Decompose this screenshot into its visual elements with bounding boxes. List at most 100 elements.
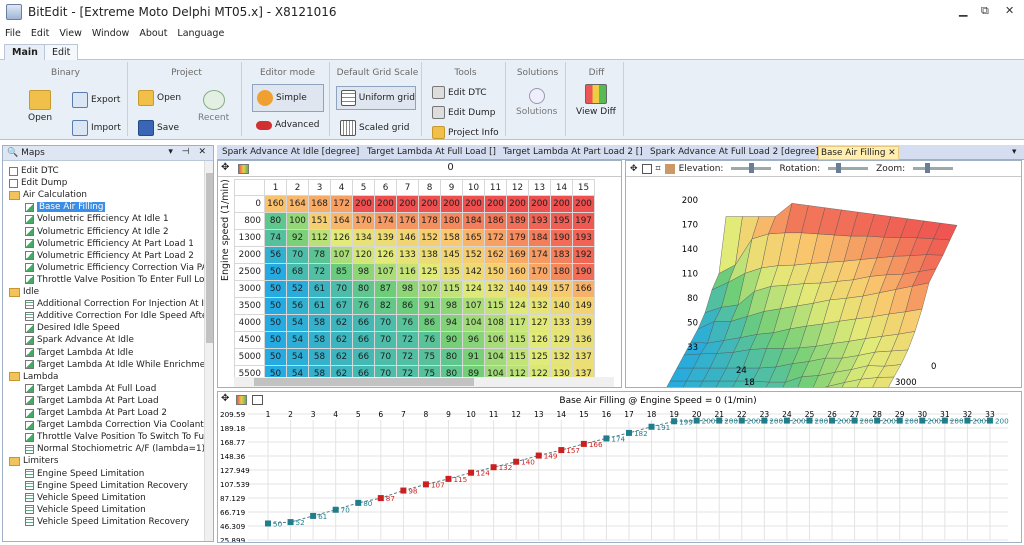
map-cell[interactable]: 96 — [462, 331, 485, 349]
tree-item[interactable]: Target Lambda At Full Load — [25, 383, 156, 395]
heatmap-icon[interactable] — [238, 164, 249, 174]
map-cell[interactable]: 184 — [528, 229, 551, 247]
map-cell[interactable]: 62 — [330, 314, 353, 332]
map-cell[interactable]: 72 — [396, 331, 419, 349]
map-cell[interactable]: 72 — [396, 348, 419, 366]
map-cell[interactable]: 197 — [572, 212, 595, 230]
map-cell[interactable]: 98 — [396, 280, 419, 298]
map-cell[interactable]: 91 — [418, 297, 441, 315]
project-open-button[interactable]: Open — [138, 90, 181, 106]
map-cell[interactable]: 107 — [330, 246, 353, 264]
minimize-icon[interactable]: ▁ — [959, 4, 967, 17]
map-cell[interactable]: 74 — [264, 229, 287, 247]
map-cell[interactable]: 115 — [440, 280, 463, 298]
menu-language[interactable]: Language — [177, 28, 224, 39]
map-cell[interactable]: 132 — [484, 280, 507, 298]
tree-item[interactable]: Vehicle Speed Limitation — [25, 504, 146, 516]
tree-item[interactable]: Target Lambda At Idle While Enrichmen — [25, 359, 211, 371]
map-cell[interactable]: 193 — [528, 212, 551, 230]
map-cell[interactable]: 66 — [352, 348, 375, 366]
panel-controls[interactable]: ▾ ⊣ ✕ — [168, 147, 209, 157]
map-cell[interactable]: 139 — [572, 314, 595, 332]
scaled-grid-button[interactable]: Scaled grid — [340, 120, 409, 136]
tree-folder[interactable]: Air Calculation — [9, 189, 87, 201]
map-cell[interactable]: 50 — [264, 280, 287, 298]
map-cell[interactable]: 54 — [286, 348, 309, 366]
map-cell[interactable]: 56 — [264, 246, 287, 264]
tree-item[interactable]: Engine Speed Limitation — [25, 468, 144, 480]
map-cell[interactable]: 172 — [330, 195, 353, 213]
map-cell[interactable]: 133 — [396, 246, 419, 264]
tree-item[interactable]: Desired Idle Speed — [25, 322, 120, 334]
map-cell[interactable]: 145 — [440, 246, 463, 264]
map-cell[interactable]: 54 — [286, 331, 309, 349]
close-icon[interactable]: ✕ — [1005, 4, 1014, 17]
map-cell[interactable]: 108 — [484, 314, 507, 332]
map-cell[interactable]: 160 — [264, 195, 287, 213]
tree-item[interactable]: Edit Dump — [9, 177, 67, 189]
line-chart[interactable]: Base Air Filling @ Engine Speed = 0 (1/m… — [218, 392, 1022, 543]
tree-scroll-thumb[interactable] — [206, 173, 213, 343]
grid-view-icon[interactable] — [641, 163, 652, 174]
map-cell[interactable]: 157 — [550, 280, 573, 298]
tree-item[interactable]: Additive Correction For Idle Speed After — [25, 310, 211, 322]
map-cell[interactable]: 104 — [484, 348, 507, 366]
map-cell[interactable]: 137 — [572, 348, 595, 366]
map-cell[interactable]: 200 — [506, 195, 529, 213]
map-cell[interactable]: 150 — [484, 263, 507, 281]
tree-item[interactable]: Edit DTC — [9, 165, 59, 177]
save-button[interactable]: Save — [138, 120, 179, 136]
map-cell[interactable]: 76 — [418, 331, 441, 349]
advanced-mode-button[interactable]: Advanced — [256, 120, 319, 130]
tree-folder[interactable]: Idle — [9, 286, 39, 298]
map-cell[interactable]: 92 — [286, 229, 309, 247]
map-cell[interactable]: 58 — [308, 331, 331, 349]
map-cell[interactable]: 200 — [352, 195, 375, 213]
map-cell[interactable]: 75 — [418, 348, 441, 366]
map-cell[interactable]: 98 — [440, 297, 463, 315]
map-cell[interactable]: 135 — [440, 263, 463, 281]
map-cell[interactable]: 56 — [286, 297, 309, 315]
map-cell[interactable]: 115 — [506, 331, 529, 349]
doc-tab-base-air[interactable]: Base Air Filling ✕ — [818, 146, 899, 160]
tree-item[interactable]: Throttle Valve Position To Enter Full Lo… — [25, 274, 210, 286]
map-cell[interactable]: 87 — [374, 280, 397, 298]
tree-item[interactable]: Volumetric Efficiency At Idle 1 — [25, 213, 169, 225]
tree-folder[interactable]: Lambda — [9, 371, 58, 383]
zoom-slider[interactable] — [913, 163, 954, 173]
map-cell[interactable]: 172 — [484, 229, 507, 247]
map-cell[interactable]: 200 — [550, 195, 573, 213]
map-cell[interactable]: 152 — [462, 246, 485, 264]
map-cell[interactable]: 149 — [528, 280, 551, 298]
simple-mode-button[interactable]: Simple — [252, 84, 324, 112]
uniform-grid-button[interactable]: Uniform grid — [336, 86, 416, 110]
map-cell[interactable]: 200 — [396, 195, 419, 213]
map-cell[interactable]: 134 — [352, 229, 375, 247]
map-cell[interactable]: 126 — [528, 331, 551, 349]
map-cell[interactable]: 193 — [572, 229, 595, 247]
doc-tab-lambda-part2[interactable]: Target Lambda At Part Load 2 [] — [501, 146, 645, 160]
map-cell[interactable]: 104 — [462, 314, 485, 332]
map-cell[interactable]: 66 — [352, 331, 375, 349]
export-button[interactable]: Export — [72, 92, 120, 108]
elevation-slider[interactable] — [731, 163, 772, 173]
map-cell[interactable]: 170 — [352, 212, 375, 230]
surface-icon[interactable] — [664, 163, 675, 174]
map-cell[interactable]: 98 — [352, 263, 375, 281]
map-cell[interactable]: 70 — [374, 331, 397, 349]
axes-icon[interactable]: ⌗ — [656, 164, 661, 174]
tree-folder[interactable]: Limiters — [9, 455, 58, 467]
map-cell[interactable]: 200 — [418, 195, 441, 213]
map-cell[interactable]: 174 — [528, 246, 551, 264]
map-cell[interactable]: 127 — [528, 314, 551, 332]
map-cell[interactable]: 86 — [418, 314, 441, 332]
map-cell[interactable]: 50 — [264, 348, 287, 366]
map-cell[interactable]: 129 — [550, 331, 573, 349]
map-cell[interactable]: 126 — [330, 229, 353, 247]
tree-item[interactable]: Vehicle Speed Limitation — [25, 492, 146, 504]
project-info-button[interactable]: Project Info — [432, 126, 499, 139]
binary-open-button[interactable]: Open — [28, 90, 52, 123]
recent-button[interactable]: Recent — [198, 90, 229, 123]
map-cell[interactable]: 164 — [330, 212, 353, 230]
map-cell[interactable]: 76 — [352, 297, 375, 315]
